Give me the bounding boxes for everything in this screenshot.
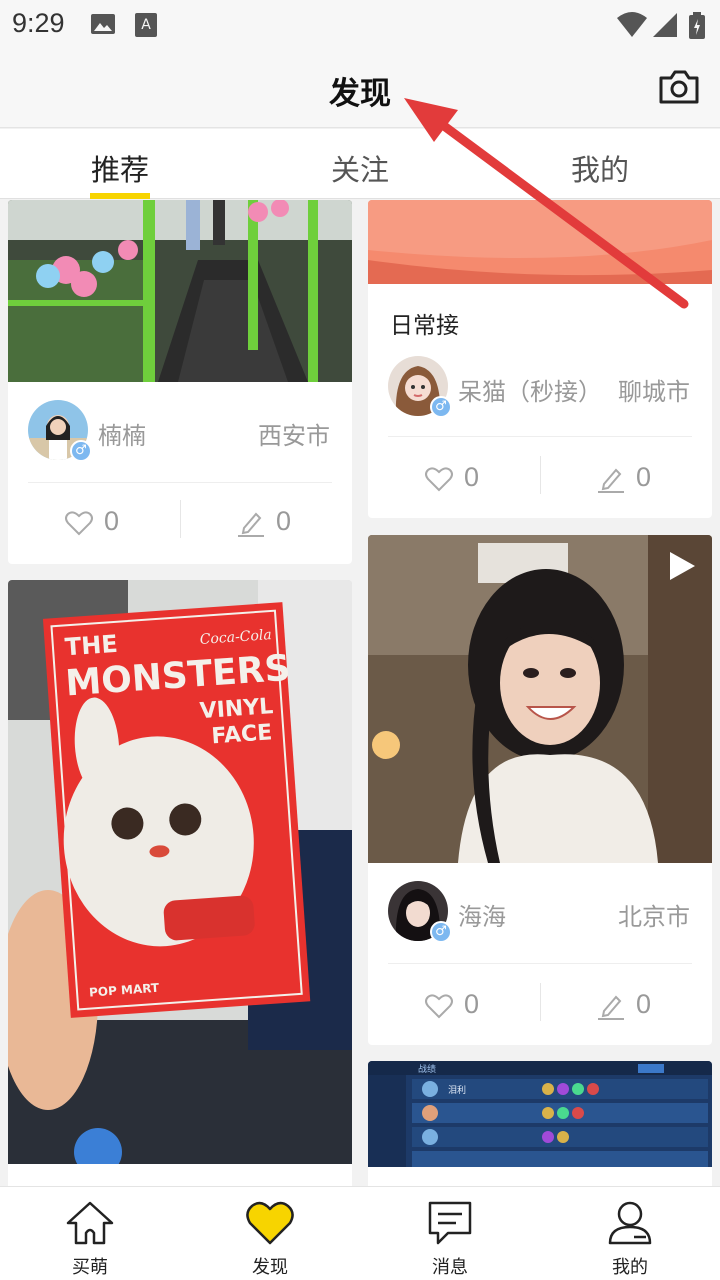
nav-label: 我的 bbox=[612, 1257, 648, 1278]
keyboard-icon: A bbox=[135, 13, 157, 37]
post-image[interactable]: THE MONSTERS Coca-Cola VINYL FACE POP MA… bbox=[8, 580, 352, 1164]
comment-count: 0 bbox=[636, 989, 652, 1019]
post-author-row: ♂ 呆猫（秒接） 聊城市 bbox=[368, 356, 712, 420]
edit-icon bbox=[598, 995, 624, 1020]
like-button[interactable]: 0 bbox=[8, 506, 180, 546]
author-city: 北京市 bbox=[618, 903, 690, 931]
game-title: 战绩 bbox=[418, 1063, 436, 1075]
nav-label: 买萌 bbox=[72, 1257, 108, 1278]
heart-outline-icon bbox=[65, 511, 93, 536]
author-city: 聊城市 bbox=[618, 378, 690, 406]
post-video-thumbnail[interactable] bbox=[368, 535, 712, 863]
edit-icon bbox=[238, 512, 264, 537]
box-line4: FACE bbox=[211, 720, 273, 749]
post-card[interactable]: ♂ 海海 北京市 0 0 bbox=[368, 535, 712, 1045]
nav-label: 消息 bbox=[432, 1257, 468, 1278]
like-count: 0 bbox=[464, 989, 480, 1019]
nav-label: 发现 bbox=[252, 1257, 288, 1278]
heart-outline-icon bbox=[425, 994, 453, 1019]
bottom-nav: 买萌 发现 消息 我的 bbox=[0, 1186, 720, 1280]
feed-grid: ♂ 楠楠 西安市 0 0 日常接 ♂ 呆猫（秒接） 聊城市 0 0 THE MO… bbox=[0, 200, 720, 1186]
status-time: 9:29 bbox=[12, 8, 65, 38]
post-card[interactable]: THE MONSTERS Coca-Cola VINYL FACE POP MA… bbox=[8, 580, 352, 1186]
post-author-row: ♂ 海海 北京市 bbox=[368, 881, 712, 945]
post-image[interactable] bbox=[368, 200, 712, 284]
page-title: 发现 bbox=[329, 76, 391, 112]
nav-item-messages[interactable]: 消息 bbox=[360, 1187, 540, 1280]
comment-button[interactable]: 0 bbox=[540, 989, 712, 1029]
like-count: 0 bbox=[104, 506, 120, 536]
male-gender-icon: ♂ bbox=[430, 396, 452, 418]
post-image[interactable] bbox=[8, 200, 352, 382]
post-caption: 日常接 bbox=[390, 313, 459, 339]
comment-count: 0 bbox=[276, 506, 292, 536]
comment-button[interactable]: 0 bbox=[540, 462, 712, 502]
like-button[interactable]: 0 bbox=[368, 462, 540, 502]
male-gender-icon: ♂ bbox=[70, 440, 92, 462]
nav-item-profile[interactable]: 我的 bbox=[540, 1187, 720, 1280]
post-card[interactable]: ♂ 楠楠 西安市 0 0 bbox=[8, 200, 352, 564]
svg-text:A: A bbox=[141, 17, 151, 33]
game-player-name: 泪利 bbox=[448, 1084, 466, 1096]
nav-item-discover[interactable]: 发现 bbox=[180, 1187, 360, 1280]
active-tab-indicator bbox=[90, 193, 150, 199]
play-icon[interactable] bbox=[664, 549, 698, 583]
profile-icon bbox=[608, 1201, 652, 1245]
author-name[interactable]: 呆猫（秒接） bbox=[458, 372, 602, 407]
post-actions: 0 0 bbox=[368, 450, 712, 510]
feed-tabs: 推荐 关注 我的 bbox=[0, 129, 720, 199]
heart-outline-icon bbox=[425, 467, 453, 492]
author-city: 西安市 bbox=[258, 422, 330, 450]
author-name[interactable]: 楠楠 bbox=[98, 416, 146, 451]
box-line3: VINYL bbox=[199, 694, 274, 724]
tab-mine[interactable]: 我的 bbox=[480, 147, 720, 189]
box-line1: THE bbox=[64, 630, 119, 662]
wifi-icon bbox=[617, 12, 647, 37]
like-count: 0 bbox=[464, 462, 480, 492]
nav-item-home[interactable]: 买萌 bbox=[0, 1187, 180, 1280]
message-icon bbox=[428, 1201, 472, 1245]
male-gender-icon: ♂ bbox=[430, 921, 452, 943]
tab-following[interactable]: 关注 bbox=[240, 147, 480, 189]
camera-icon[interactable] bbox=[658, 68, 700, 106]
post-card[interactable]: 日常接 ♂ 呆猫（秒接） 聊城市 0 0 bbox=[368, 200, 712, 518]
comment-button[interactable]: 0 bbox=[180, 506, 352, 546]
post-author-row: ♂ 楠楠 西安市 bbox=[8, 400, 352, 464]
heart-icon bbox=[246, 1201, 294, 1245]
like-button[interactable]: 0 bbox=[368, 989, 540, 1029]
home-icon bbox=[66, 1201, 114, 1245]
tab-recommend[interactable]: 推荐 bbox=[0, 147, 240, 189]
post-actions: 0 0 bbox=[368, 977, 712, 1037]
edit-icon bbox=[598, 468, 624, 493]
author-name[interactable]: 海海 bbox=[458, 897, 506, 932]
status-bar: 9:29 A bbox=[0, 0, 720, 50]
comment-count: 0 bbox=[636, 462, 652, 492]
signal-icon bbox=[653, 13, 677, 37]
divider bbox=[388, 436, 692, 437]
post-card[interactable]: 战绩 泪利 bbox=[368, 1061, 712, 1186]
divider bbox=[388, 963, 692, 964]
divider bbox=[28, 482, 332, 483]
post-actions: 0 0 bbox=[8, 494, 352, 554]
gallery-icon bbox=[91, 14, 115, 34]
top-header: 发现 bbox=[0, 50, 720, 128]
post-image[interactable]: 战绩 泪利 bbox=[368, 1061, 712, 1167]
battery-icon bbox=[689, 12, 705, 39]
